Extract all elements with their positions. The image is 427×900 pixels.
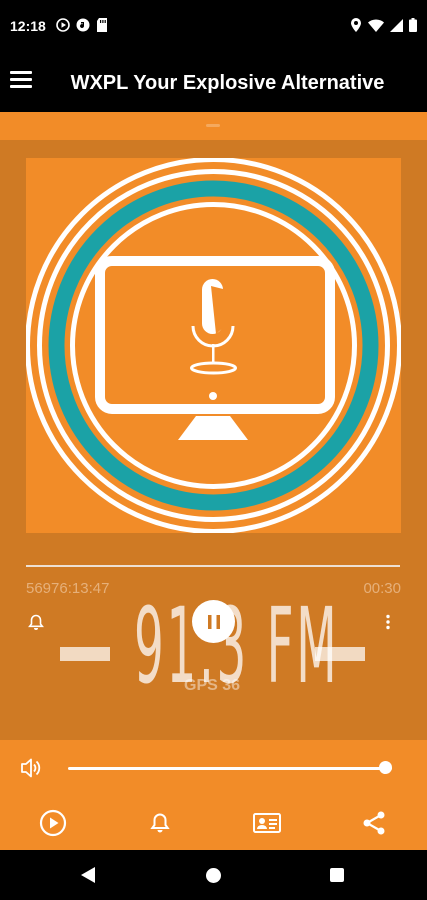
drag-handle[interactable]: [206, 124, 220, 127]
station-artwork: [26, 158, 401, 533]
volume-bar: [0, 740, 427, 796]
progress-line[interactable]: [26, 565, 400, 567]
volume-slider-thumb[interactable]: [379, 761, 392, 774]
volume-slider[interactable]: [68, 767, 392, 770]
battery-icon: [409, 18, 417, 32]
duration-time: 00:30: [363, 580, 401, 597]
music-app-icon: [76, 18, 90, 32]
status-right-icons: [350, 18, 417, 32]
orange-strip: [0, 112, 427, 140]
frequency-dash-left: [60, 647, 110, 661]
station-subtitle: GPS 36: [184, 677, 241, 694]
share-icon[interactable]: [359, 808, 389, 838]
contact-card-icon[interactable]: [252, 808, 282, 838]
volume-icon[interactable]: [20, 757, 44, 784]
home-icon[interactable]: [206, 868, 221, 883]
play-circle-icon[interactable]: [38, 808, 68, 838]
bottom-toolbar: [0, 796, 427, 850]
status-time: 12:18: [10, 18, 46, 34]
app-bar: WXPL Your Explosive Alternative: [0, 52, 427, 112]
location-icon: [351, 18, 361, 32]
back-icon[interactable]: [80, 866, 96, 889]
more-options-icon[interactable]: [385, 614, 391, 635]
app-title: WXPL Your Explosive Alternative: [70, 72, 385, 94]
pause-icon: [207, 614, 220, 629]
wifi-icon: [368, 18, 384, 32]
alarm-icon[interactable]: [28, 614, 44, 636]
status-bar: 12:18: [0, 0, 427, 52]
station-logo: [26, 158, 401, 533]
status-left-icons: [56, 18, 108, 32]
signal-icon: [390, 18, 403, 32]
system-nav-bar: [0, 850, 427, 900]
alarm-bell-icon[interactable]: [145, 808, 175, 838]
pause-button[interactable]: [192, 600, 235, 643]
frequency-dash-right: [315, 647, 365, 661]
play-circle-icon: [56, 18, 70, 32]
sd-card-icon: [97, 18, 107, 32]
recents-icon[interactable]: [330, 868, 344, 882]
player-area: 56976:13:47 00:30 91.3 FM GPS 36: [0, 140, 427, 740]
